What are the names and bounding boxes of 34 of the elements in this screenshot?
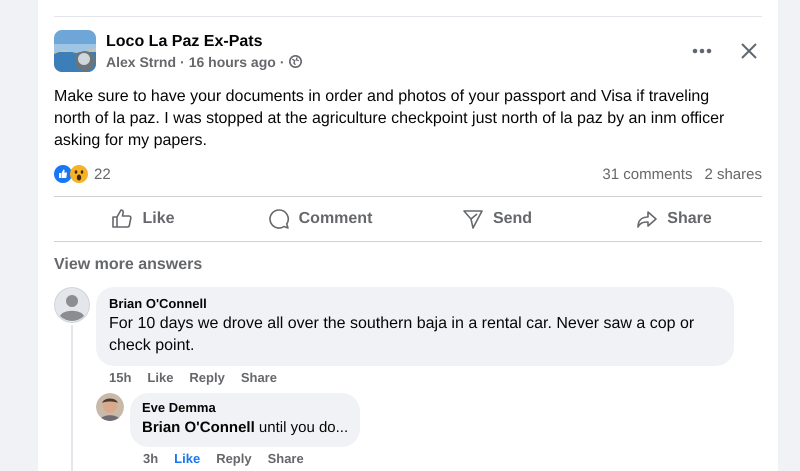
comment-button[interactable]: Comment bbox=[231, 197, 408, 241]
send-button[interactable]: Send bbox=[408, 197, 585, 241]
thumbs-up-icon bbox=[110, 207, 134, 231]
group-name[interactable]: Loco La Paz Ex-Pats bbox=[106, 32, 678, 50]
share-link[interactable]: Share bbox=[268, 451, 304, 466]
like-reaction-icon[interactable] bbox=[54, 165, 72, 183]
comment-time[interactable]: 3h bbox=[143, 451, 158, 466]
comment-author[interactable]: Brian O'Connell bbox=[109, 295, 722, 313]
wow-reaction-icon[interactable] bbox=[70, 165, 88, 183]
comment-time[interactable]: 15h bbox=[109, 370, 132, 385]
paper-plane-icon bbox=[460, 207, 485, 231]
more-icon bbox=[692, 48, 712, 54]
post-text: Make sure to have your documents in order and photos of your passport and Visa if traveling north of la paz. I was stopped at the agriculture checkpoint just north of la paz by an inm officer asking for my papers. bbox=[54, 87, 726, 151]
comment-text: Brian O'Connell until you do... bbox=[142, 418, 348, 438]
share-link[interactable]: Share bbox=[240, 370, 277, 385]
separator: · bbox=[280, 54, 284, 70]
share-count[interactable]: 2 shares bbox=[704, 166, 762, 182]
like-button[interactable]: Like bbox=[54, 197, 231, 241]
post-time[interactable]: 16 hours ago bbox=[188, 54, 276, 70]
separator: · bbox=[180, 54, 185, 70]
comment-count[interactable]: 31 comments bbox=[602, 166, 692, 182]
like-link[interactable]: Like bbox=[147, 370, 174, 385]
like-link[interactable]: Like bbox=[174, 451, 200, 466]
globe-icon[interactable] bbox=[288, 55, 302, 68]
share-button[interactable]: Share bbox=[585, 197, 762, 241]
view-more-link[interactable]: View more answers bbox=[54, 256, 202, 274]
reaction-count[interactable]: 22 bbox=[94, 166, 111, 182]
author-name[interactable]: Alex Strnd bbox=[106, 54, 176, 70]
reply-link[interactable]: Reply bbox=[216, 451, 252, 466]
speech-bubble-icon bbox=[266, 207, 291, 231]
comment-author[interactable]: Eve Demma bbox=[142, 399, 348, 417]
comment-text: For 10 days we drove all over the southern baja in a rental car. Never saw a cop or check point. bbox=[109, 314, 696, 356]
reply-link[interactable]: Reply bbox=[189, 370, 225, 385]
avatar[interactable] bbox=[96, 393, 124, 421]
